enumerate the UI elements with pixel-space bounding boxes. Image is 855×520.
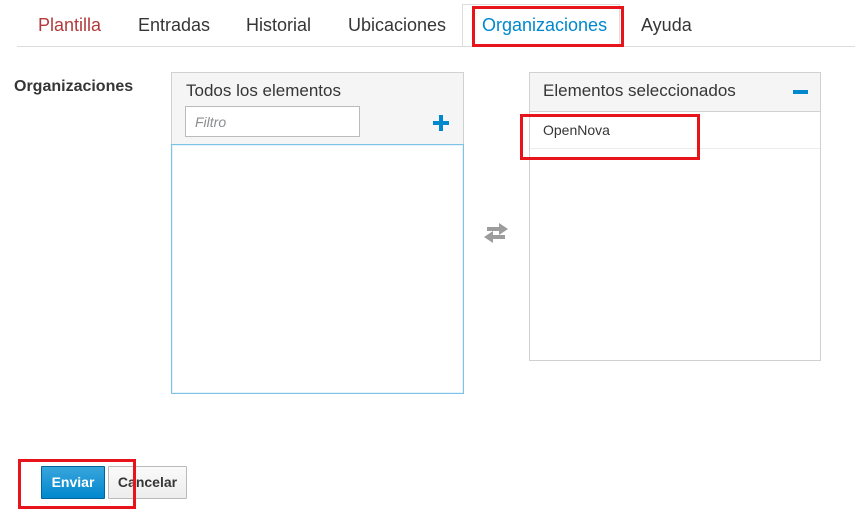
tab-plantilla[interactable]: Plantilla — [38, 0, 101, 47]
tab-bar: Plantilla Entradas Historial Ubicaciones… — [0, 0, 855, 47]
tab-ubicaciones[interactable]: Ubicaciones — [348, 0, 446, 47]
all-items-list[interactable] — [171, 144, 464, 394]
selected-item-opennova[interactable]: OpenNova — [530, 112, 820, 149]
plus-icon[interactable] — [430, 112, 452, 134]
field-label: Organizaciones — [14, 78, 134, 95]
all-items-title: Todos los elementos — [186, 81, 341, 100]
cancel-button[interactable]: Cancelar — [108, 466, 187, 499]
tab-historial[interactable]: Historial — [246, 0, 311, 47]
tab-ayuda[interactable]: Ayuda — [641, 0, 692, 47]
transfer-arrows-icon — [481, 220, 511, 246]
filter-input[interactable] — [185, 106, 360, 137]
minus-icon[interactable] — [793, 90, 808, 94]
organizations-form: Plantilla Entradas Historial Ubicaciones… — [0, 0, 855, 520]
plus-icon-vertical — [439, 115, 443, 131]
tab-entradas[interactable]: Entradas — [138, 0, 210, 47]
selected-items-title: Elementos seleccionados — [543, 81, 736, 100]
submit-button[interactable]: Enviar — [41, 466, 105, 499]
tab-organizaciones[interactable]: Organizaciones — [482, 0, 607, 47]
transfer-arrows-svg — [484, 223, 508, 243]
